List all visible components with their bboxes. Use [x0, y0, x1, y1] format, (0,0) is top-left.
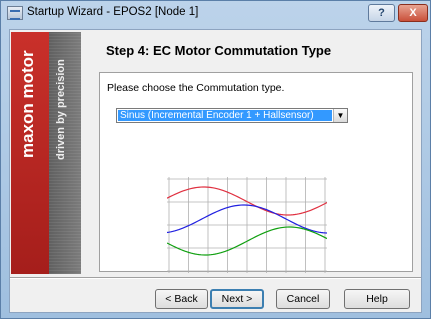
- brand-name: maxon motor: [18, 50, 37, 158]
- close-button[interactable]: X: [398, 4, 428, 22]
- chevron-down-icon[interactable]: ▼: [333, 109, 347, 122]
- cancel-button[interactable]: Cancel: [276, 289, 330, 309]
- title-help-button[interactable]: ?: [368, 4, 395, 22]
- sinusoidal-waveform-icon: [167, 177, 327, 273]
- back-button[interactable]: < Back: [155, 289, 208, 309]
- wizard-client-area: maxon motor driven by precision Step 4: …: [9, 29, 422, 313]
- window-title: Startup Wizard - EPOS2 [Node 1]: [27, 6, 199, 18]
- wizard-window: Startup Wizard - EPOS2 [Node 1] ? X maxo…: [0, 0, 431, 319]
- title-bar[interactable]: Startup Wizard - EPOS2 [Node 1] ? X: [1, 1, 430, 25]
- step-title: Step 4: EC Motor Commutation Type: [106, 43, 332, 58]
- help-button[interactable]: Help: [344, 289, 410, 309]
- footer-separator: [10, 277, 421, 279]
- brand-tagline: driven by precision: [55, 59, 67, 160]
- help-icon: ?: [378, 7, 385, 19]
- next-button[interactable]: Next >: [210, 289, 264, 309]
- close-icon: X: [409, 7, 417, 19]
- content-panel: Please choose the Commutation type. Sinu…: [99, 72, 413, 273]
- commutation-type-select[interactable]: Sinus (Incremental Encoder 1 + Hallsenso…: [116, 108, 348, 123]
- maxon-banner: maxon motor driven by precision: [11, 32, 81, 274]
- instruction-text: Please choose the Commutation type.: [107, 82, 285, 94]
- commutation-type-value: Sinus (Incremental Encoder 1 + Hallsenso…: [118, 110, 332, 121]
- app-icon: [7, 6, 23, 20]
